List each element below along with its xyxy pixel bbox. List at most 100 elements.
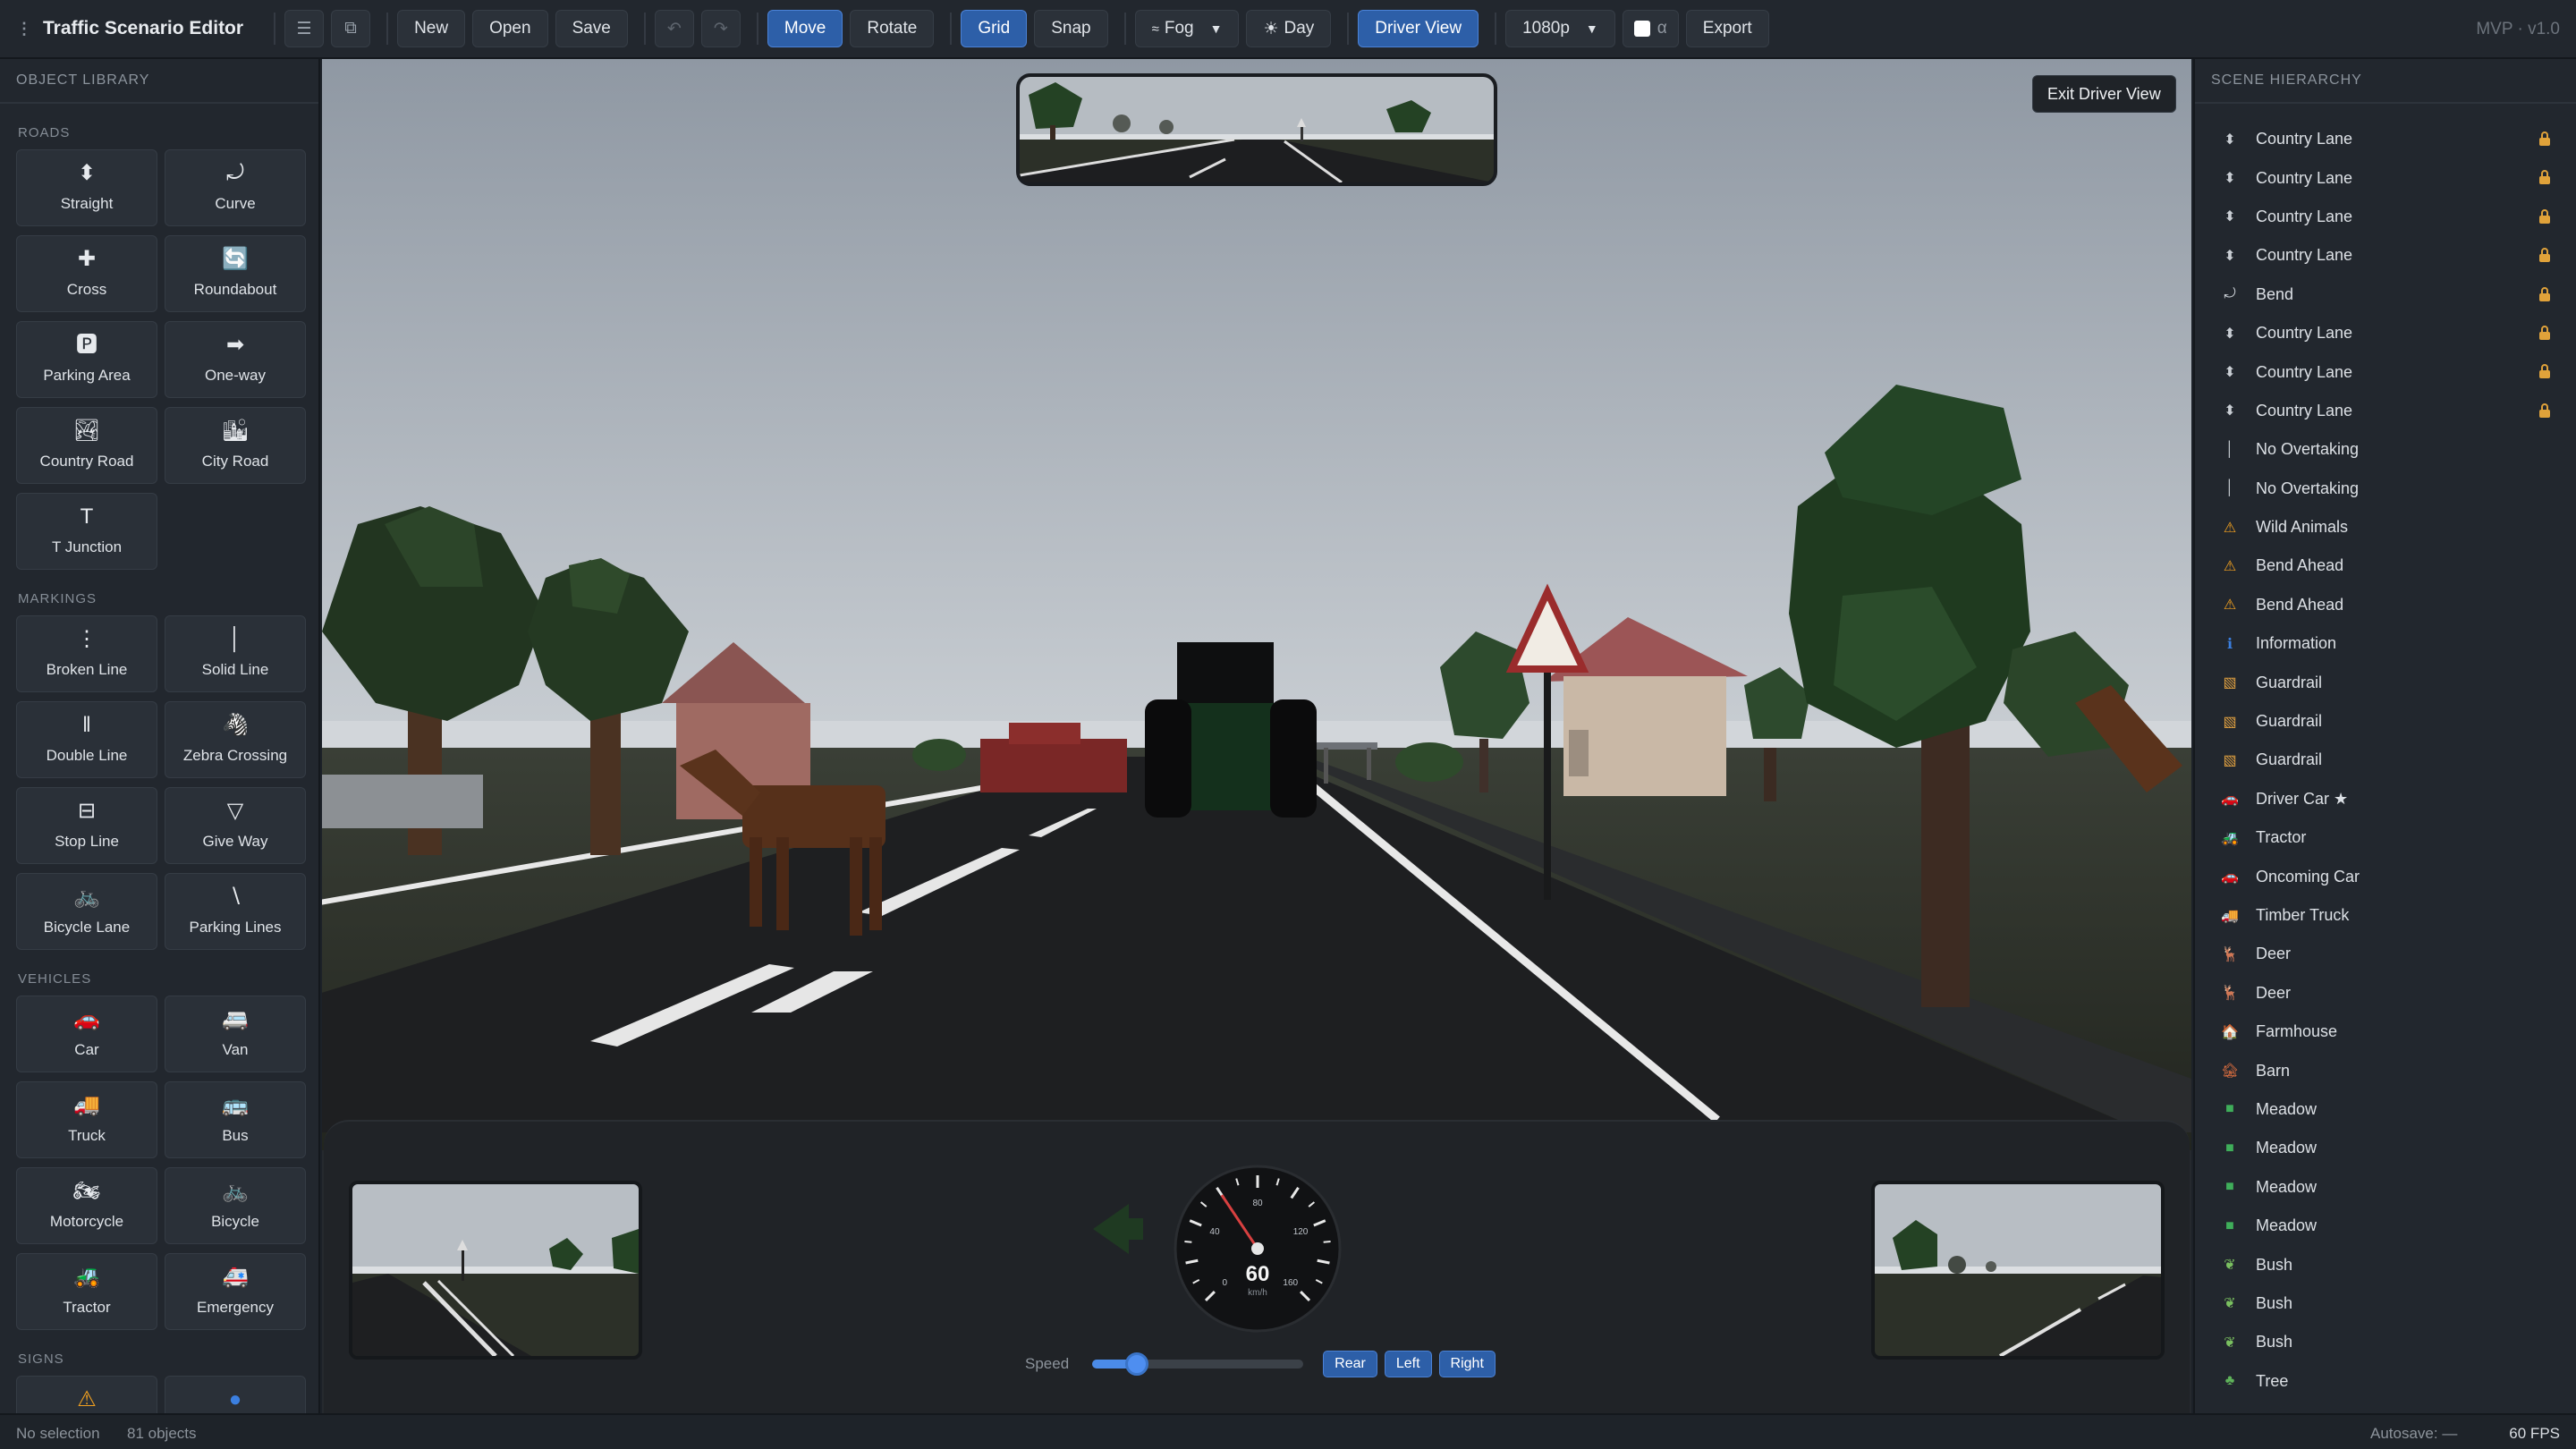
hierarchy-item[interactable]: ⬍ Country Lane: [2195, 158, 2576, 197]
library-item-stop-line[interactable]: ⊟ Stop Line: [16, 787, 157, 864]
hierarchy-item[interactable]: ■ Meadow: [2195, 1090, 2576, 1129]
toolbar-divider: [386, 13, 389, 45]
hierarchy-item[interactable]: ▧ Guardrail: [2195, 663, 2576, 701]
export-button[interactable]: Export: [1685, 10, 1769, 47]
hierarchy-item[interactable]: ❦ Bush: [2195, 1284, 2576, 1323]
grid-toggle[interactable]: Grid: [961, 10, 1028, 47]
menu-button[interactable]: ☰: [284, 10, 325, 47]
hierarchy-item[interactable]: 🦌 Deer: [2195, 935, 2576, 973]
hierarchy-item[interactable]: ⬍ Country Lane: [2195, 392, 2576, 430]
lock-icon[interactable]: [2538, 286, 2551, 302]
solid-line-icon: │: [2225, 480, 2234, 496]
library-item-zebra-crossing[interactable]: 🦓 Zebra Crossing: [165, 701, 306, 778]
library-item-double-line[interactable]: ‖ Double Line: [16, 701, 157, 778]
hierarchy-item[interactable]: ⚠ Bend Ahead: [2195, 586, 2576, 624]
hierarchy-item[interactable]: │ No Overtaking: [2195, 430, 2576, 469]
right-camera-button[interactable]: Right: [1438, 1351, 1496, 1377]
hierarchy-item[interactable]: 🏚 Barn: [2195, 1051, 2576, 1089]
library-item-city-road[interactable]: 🏙 City Road: [165, 407, 306, 484]
hierarchy-item[interactable]: ▧ Guardrail: [2195, 741, 2576, 779]
hierarchy-item[interactable]: 🏠 Farmhouse: [2195, 1013, 2576, 1051]
snap-toggle[interactable]: Snap: [1034, 10, 1108, 47]
left-camera-button[interactable]: Left: [1384, 1351, 1432, 1377]
library-item-warning[interactable]: ⚠Warning: [16, 1376, 157, 1413]
library-item-truck[interactable]: 🚚 Truck: [16, 1081, 157, 1158]
hierarchy-item[interactable]: ▧ Guardrail: [2195, 702, 2576, 741]
resolution-select[interactable]: 1080p ▼: [1505, 10, 1615, 47]
library-item-mandatory[interactable]: ●Mandatory: [165, 1376, 306, 1413]
hierarchy-item[interactable]: 🚜 Tractor: [2195, 818, 2576, 857]
hierarchy-item[interactable]: ♣Tree: [2195, 1401, 2576, 1413]
library-item-bicycle[interactable]: 🚲 Bicycle: [165, 1167, 306, 1244]
library-item-label: Country Road: [39, 453, 134, 470]
hierarchy-item[interactable]: 🚗 Oncoming Car: [2195, 857, 2576, 895]
exit-driver-view-button[interactable]: Exit Driver View: [2032, 75, 2176, 113]
library-item-emergency[interactable]: 🚑 Emergency: [165, 1253, 306, 1330]
library-item-straight[interactable]: ⬍ Straight: [16, 149, 157, 226]
speed-slider[interactable]: [1092, 1352, 1304, 1376]
hierarchy-item[interactable]: ⬍ Country Lane: [2195, 120, 2576, 158]
move-tool-button[interactable]: Move: [767, 10, 843, 47]
hierarchy-item[interactable]: ⤾ Bend: [2195, 275, 2576, 314]
library-item-motorcycle[interactable]: 🏍 Motorcycle: [16, 1167, 157, 1244]
library-item-curve[interactable]: ⤾ Curve: [165, 149, 306, 226]
hierarchy-item[interactable]: ⚠ Bend Ahead: [2195, 547, 2576, 585]
time-of-day-button[interactable]: ☀ Day: [1246, 10, 1332, 47]
library-item-roundabout[interactable]: 🔄 Roundabout: [165, 235, 306, 312]
hierarchy-item[interactable]: ⬍ Country Lane: [2195, 314, 2576, 352]
lock-icon[interactable]: [2538, 169, 2551, 185]
lock-icon[interactable]: [2538, 325, 2551, 341]
library-item-label: City Road: [201, 453, 269, 470]
lock-icon[interactable]: [2538, 208, 2551, 225]
hierarchy-item-label: Country Lane: [2256, 246, 2353, 265]
redo-button[interactable]: ↷: [700, 10, 741, 47]
library-item-cross[interactable]: ✚ Cross: [16, 235, 157, 312]
duplicate-button[interactable]: ⧉: [331, 10, 371, 47]
rotate-tool-button[interactable]: Rotate: [850, 10, 935, 47]
hierarchy-item[interactable]: ⚠ Wild Animals: [2195, 508, 2576, 547]
hierarchy-item[interactable]: ■ Meadow: [2195, 1168, 2576, 1207]
library-item-bicycle-lane[interactable]: 🚲 Bicycle Lane: [16, 873, 157, 950]
library-item-one-way[interactable]: ➡ One-way: [165, 321, 306, 398]
hierarchy-item[interactable]: ■ Meadow: [2195, 1207, 2576, 1245]
driver-view-button[interactable]: Driver View: [1358, 10, 1479, 47]
library-item-van[interactable]: 🚐 Van: [165, 996, 306, 1072]
hierarchy-item[interactable]: 🚚 Timber Truck: [2195, 896, 2576, 935]
weather-select[interactable]: ≈ Fog ▼: [1134, 10, 1240, 47]
new-button[interactable]: New: [397, 10, 466, 47]
library-item-tractor[interactable]: 🚜 Tractor: [16, 1253, 157, 1330]
lock-icon[interactable]: [2538, 247, 2551, 263]
checkbox-box[interactable]: [1633, 21, 1650, 37]
hierarchy-item[interactable]: 🦌 Deer: [2195, 974, 2576, 1013]
hierarchy-item[interactable]: ■ Meadow: [2195, 1129, 2576, 1167]
library-item-bus[interactable]: 🚌 Bus: [165, 1081, 306, 1158]
library-item-country-road[interactable]: 🏞 Country Road: [16, 407, 157, 484]
library-item-car[interactable]: 🚗 Car: [16, 996, 157, 1072]
library-item-t-junction[interactable]: T T Junction: [16, 493, 157, 570]
solid-line-icon: │: [2225, 441, 2234, 457]
hierarchy-item[interactable]: ❦ Bush: [2195, 1245, 2576, 1284]
save-button[interactable]: Save: [555, 10, 628, 47]
driver-viewport[interactable]: Exit Driver View 0 40 80 120 160 60 km/h…: [322, 59, 2191, 1413]
lock-icon[interactable]: [2538, 363, 2551, 379]
library-item-solid-line[interactable]: │ Solid Line: [165, 615, 306, 692]
undo-button[interactable]: ↶: [654, 10, 694, 47]
library-item-give-way[interactable]: ▽ Give Way: [165, 787, 306, 864]
hierarchy-item[interactable]: ⬍ Country Lane: [2195, 198, 2576, 236]
hierarchy-item[interactable]: ❦ Bush: [2195, 1323, 2576, 1361]
library-item-parking-lines[interactable]: ∖ Parking Lines: [165, 873, 306, 950]
speed-slider-handle[interactable]: [1124, 1352, 1148, 1376]
library-item-broken-line[interactable]: ⋮ Broken Line: [16, 615, 157, 692]
library-item-parking-area[interactable]: 🅿 Parking Area: [16, 321, 157, 398]
hierarchy-item[interactable]: 🚗 Driver Car ★: [2195, 780, 2576, 818]
lock-icon[interactable]: [2538, 131, 2551, 147]
alpha-checkbox[interactable]: α: [1622, 10, 1679, 47]
hierarchy-item[interactable]: ⬍ Country Lane: [2195, 352, 2576, 391]
hierarchy-item[interactable]: │ No Overtaking: [2195, 470, 2576, 508]
hierarchy-item[interactable]: ♣Tree: [2195, 1362, 2576, 1401]
hierarchy-item[interactable]: ℹ Information: [2195, 624, 2576, 663]
lock-icon[interactable]: [2538, 402, 2551, 419]
open-button[interactable]: Open: [472, 10, 548, 47]
rear-camera-button[interactable]: Rear: [1323, 1351, 1377, 1377]
hierarchy-item[interactable]: ⬍ Country Lane: [2195, 236, 2576, 275]
